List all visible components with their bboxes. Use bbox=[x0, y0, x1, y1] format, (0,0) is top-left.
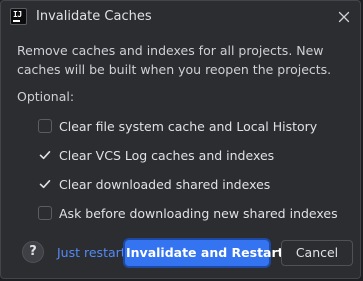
checkbox-unchecked[interactable] bbox=[38, 119, 52, 133]
cancel-button[interactable]: Cancel bbox=[281, 240, 353, 266]
option-clear-downloaded-shared-indexes[interactable]: Clear downloaded shared indexes bbox=[38, 175, 270, 193]
invalidate-caches-dialog: IJ Invalidate Caches Remove caches and i… bbox=[0, 0, 361, 279]
invalidate-and-restart-button[interactable]: Invalidate and Restart bbox=[125, 240, 284, 266]
optional-label: Optional: bbox=[17, 89, 75, 104]
checkbox-checked[interactable] bbox=[38, 177, 52, 191]
dialog-titlebar[interactable]: IJ Invalidate Caches bbox=[1, 1, 360, 33]
dialog-description: Remove caches and indexes for all projec… bbox=[17, 43, 332, 77]
option-clear-vcs-log-caches[interactable]: Clear VCS Log caches and indexes bbox=[38, 146, 274, 164]
app-icon-text: IJ bbox=[13, 10, 22, 19]
option-label: Ask before downloading new shared indexe… bbox=[59, 205, 338, 221]
checkmark-icon bbox=[39, 151, 51, 160]
checkmark-icon bbox=[39, 180, 51, 189]
option-label: Clear VCS Log caches and indexes bbox=[59, 147, 275, 163]
close-icon[interactable] bbox=[334, 7, 354, 27]
option-clear-file-system-cache[interactable]: Clear file system cache and Local Histor… bbox=[38, 117, 317, 135]
checkbox-checked[interactable] bbox=[38, 148, 52, 162]
option-ask-before-downloading[interactable]: Ask before downloading new shared indexe… bbox=[38, 204, 338, 222]
just-restart-link[interactable]: Just restart bbox=[57, 245, 126, 260]
dialog-title: Invalidate Caches bbox=[36, 9, 152, 24]
help-button[interactable]: ? bbox=[22, 241, 44, 263]
option-label: Clear file system cache and Local Histor… bbox=[59, 118, 318, 134]
checkbox-unchecked[interactable] bbox=[38, 206, 52, 220]
option-label: Clear downloaded shared indexes bbox=[59, 176, 271, 192]
intellij-app-icon: IJ bbox=[10, 8, 27, 25]
